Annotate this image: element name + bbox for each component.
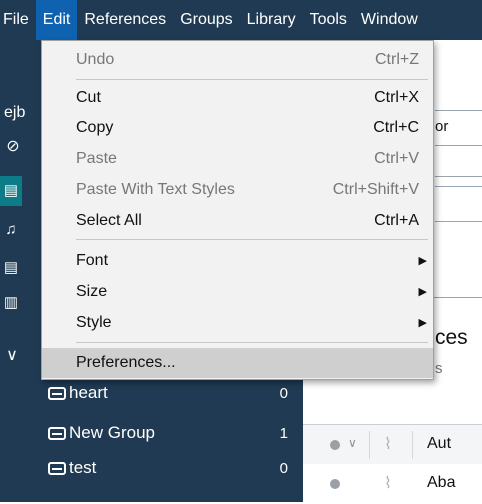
group-row[interactable]: New Group 1 <box>48 416 288 450</box>
account-label: ejb <box>4 104 26 121</box>
menu-file[interactable]: File <box>0 0 36 40</box>
menu-edit[interactable]: Edit <box>35 0 78 40</box>
menu-item-label: Size <box>76 283 108 300</box>
menu-item-label: Undo <box>76 51 115 68</box>
menu-item-select-all[interactable]: Select All Ctrl+A <box>42 206 433 236</box>
column-separator <box>369 431 370 459</box>
divider <box>435 221 482 222</box>
menu-item-paste[interactable]: Paste Ctrl+V <box>42 144 433 174</box>
table-header: ∨ ⌇ Aut <box>303 424 482 466</box>
menu-item-paste-with-text-styles[interactable]: Paste With Text Styles Ctrl+Shift+V <box>42 175 433 205</box>
group-name: test <box>69 458 97 477</box>
menu-item-label: Copy <box>76 119 114 136</box>
divider <box>435 110 482 111</box>
menu-item-shortcut: Ctrl+C <box>373 119 419 136</box>
search-field-fragment[interactable]: or <box>435 118 448 135</box>
menu-tools[interactable]: Tools <box>303 0 354 40</box>
menu-item-undo[interactable]: Undo Ctrl+Z <box>42 45 433 75</box>
menu-item-shortcut: Ctrl+Z <box>375 51 419 68</box>
menu-item-shortcut: Ctrl+X <box>374 89 419 106</box>
menu-references[interactable]: References <box>77 0 173 40</box>
menu-item-label: Paste With Text Styles <box>76 181 235 198</box>
group-count: 0 <box>279 459 288 477</box>
menu-item-font[interactable]: Font ▶ <box>42 246 433 276</box>
divider <box>435 176 482 177</box>
group-count: 1 <box>279 424 288 442</box>
status-dot-icon[interactable] <box>330 440 340 450</box>
menu-window[interactable]: Window <box>354 0 425 40</box>
menu-item-shortcut: Ctrl+Shift+V <box>332 181 419 198</box>
divider <box>435 186 482 187</box>
chevron-down-icon[interactable]: ∨ <box>1 345 23 365</box>
chevron-down-icon[interactable]: ∨ <box>348 436 357 450</box>
group-icon <box>48 386 66 400</box>
group-name: New Group <box>69 423 155 442</box>
menu-item-cut[interactable]: Cut Ctrl+X <box>42 83 433 113</box>
column-separator <box>412 431 413 459</box>
clipboard-icon[interactable]: ▤ <box>0 181 22 199</box>
table-row[interactable]: ⌇ Aba <box>303 464 482 504</box>
column-header-author[interactable]: Aut <box>427 435 451 453</box>
group-name: heart <box>69 383 108 402</box>
group-icon <box>48 461 66 475</box>
menu-item-label: Preferences... <box>76 354 176 371</box>
paperclip-icon: ⌇ <box>384 475 392 492</box>
status-dot-icon <box>330 479 340 489</box>
menu-item-style[interactable]: Style ▶ <box>42 308 433 338</box>
divider <box>435 145 482 146</box>
section-heading: ces <box>435 326 468 349</box>
sync-off-icon[interactable]: ⊘ <box>2 136 24 156</box>
submenu-arrow-icon: ▶ <box>418 255 427 267</box>
menu-item-label: Paste <box>76 150 117 167</box>
group-row[interactable]: test 0 <box>48 451 288 485</box>
table-cell: Aba <box>427 474 456 491</box>
menu-item-shortcut: Ctrl+V <box>374 150 419 167</box>
menu-item-label: Style <box>76 314 112 331</box>
group-icon <box>48 426 66 440</box>
menu-item-copy[interactable]: Copy Ctrl+C <box>42 113 433 143</box>
menu-item-label: Cut <box>76 89 101 106</box>
group-row[interactable]: heart 0 <box>48 376 288 410</box>
menu-item-label: Select All <box>76 212 142 229</box>
clipboard-list-icon[interactable]: ▤ <box>0 258 22 276</box>
submenu-arrow-icon: ▶ <box>418 317 427 329</box>
paperclip-icon[interactable]: ⌇ <box>384 434 392 454</box>
menu-item-size[interactable]: Size ▶ <box>42 277 433 307</box>
group-count: 0 <box>279 384 288 402</box>
menu-groups[interactable]: Groups <box>173 0 239 40</box>
menu-separator <box>76 239 428 240</box>
menu-separator <box>76 79 428 80</box>
menu-item-label: Font <box>76 252 109 269</box>
menu-bar: File Edit References Groups Library Tool… <box>0 0 482 40</box>
menu-separator <box>76 342 428 343</box>
bell-icon[interactable]: ♫ <box>0 221 22 238</box>
section-subheading: s <box>435 360 443 377</box>
submenu-arrow-icon: ▶ <box>418 286 427 298</box>
trash-icon[interactable]: ▥ <box>0 293 22 311</box>
edit-menu-dropdown: Undo Ctrl+Z Cut Ctrl+X Copy Ctrl+C Paste… <box>41 40 434 380</box>
menu-item-preferences[interactable]: Preferences... <box>42 348 433 378</box>
menu-item-shortcut: Ctrl+A <box>374 212 419 229</box>
menu-library[interactable]: Library <box>240 0 303 40</box>
